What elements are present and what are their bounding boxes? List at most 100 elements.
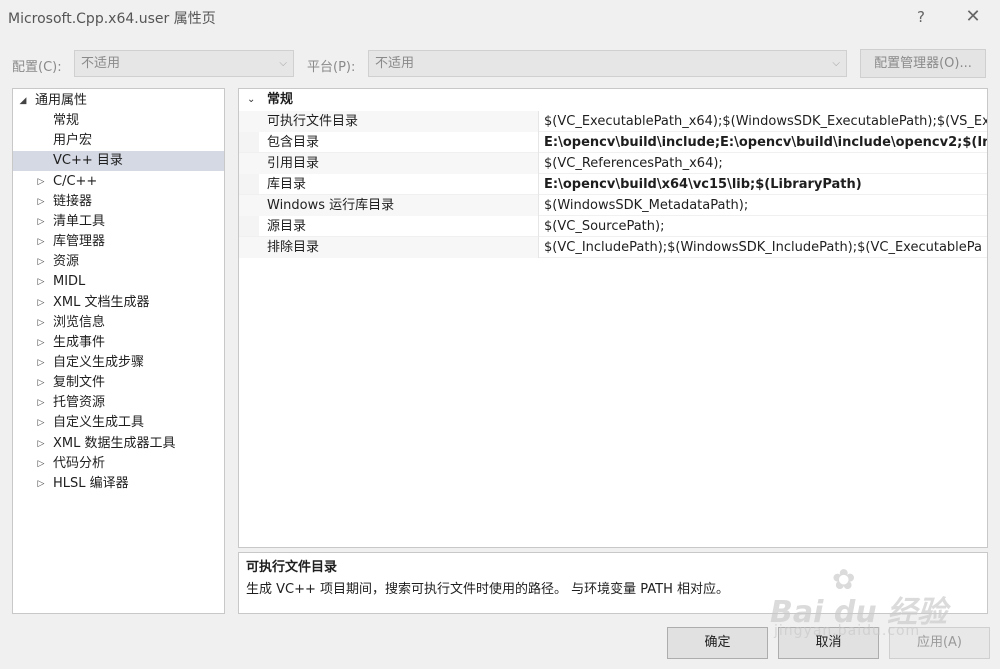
tree-item-label: 托管资源	[53, 395, 106, 411]
tree-item[interactable]: ▷ 托管资源	[13, 393, 224, 413]
property-name: 引用目录	[239, 153, 539, 174]
apply-button[interactable]: 应用(A)	[889, 627, 990, 659]
property-row[interactable]: 排除目录 $(VC_IncludePath);$(WindowsSDK_Inclu…	[239, 237, 987, 258]
property-value[interactable]: $(VC_IncludePath);$(WindowsSDK_IncludePa…	[544, 237, 987, 258]
tree-item[interactable]: ▷ 资源	[13, 252, 224, 272]
tree-item-label: 常规	[53, 113, 80, 129]
collapsed-triangle-icon[interactable]: ▷	[35, 272, 47, 292]
collapsed-triangle-icon[interactable]: ▷	[35, 434, 47, 454]
tree-item-label: HLSL 编译器	[53, 475, 129, 491]
tree-item[interactable]: ▷ XML 数据生成器工具	[13, 434, 224, 454]
platform-combobox[interactable]: 不适用 ⌵	[368, 50, 847, 77]
tree-item[interactable]: ▷ XML 文档生成器	[13, 293, 224, 313]
chevron-down-icon[interactable]: ⌄	[247, 89, 255, 111]
cancel-button[interactable]: 取消	[778, 627, 879, 659]
collapsed-triangle-icon[interactable]: ▷	[35, 373, 47, 393]
tree-item-label: VC++ 目录	[53, 153, 123, 169]
tree-item[interactable]: ▷ 清单工具	[13, 212, 224, 232]
property-name: 源目录	[239, 216, 539, 237]
tree-item-label: MIDL	[53, 274, 86, 290]
tree-item[interactable]: ▷ 自定义生成步骤	[13, 353, 224, 373]
collapsed-triangle-icon[interactable]: ▷	[35, 293, 47, 313]
tree-item-label: 自定义生成步骤	[53, 354, 145, 370]
platform-value: 不适用	[375, 56, 415, 71]
tree-item-label: 用户宏	[53, 133, 93, 149]
property-value[interactable]: E:\opencv\build\x64\vc15\lib;$(LibraryPa…	[544, 174, 987, 195]
tree-item[interactable]: ▷ 链接器	[13, 192, 224, 212]
tree-item[interactable]: ▷ C/C++	[13, 172, 224, 192]
property-tree[interactable]: ◢ 通用属性 常规 用户宏 VC++ 目录 ▷ C/C++ ▷ 链接器 ▷ 清单工具 ▷ 库管理器 ▷ 资源…	[12, 88, 225, 614]
tree-item-label: 代码分析	[53, 455, 106, 471]
tree-item-label: C/C++	[53, 173, 98, 189]
collapsed-triangle-icon[interactable]: ▷	[35, 393, 47, 413]
tree-item-label: 复制文件	[53, 375, 106, 391]
description-panel: 可执行文件目录 生成 VC++ 项目期间，搜索可执行文件时使用的路径。 与环境变…	[238, 552, 988, 614]
collapsed-triangle-icon[interactable]: ▷	[35, 333, 47, 353]
collapsed-triangle-icon[interactable]: ▷	[35, 413, 47, 433]
description-text: 生成 VC++ 项目期间，搜索可执行文件时使用的路径。 与环境变量 PATH 相…	[246, 582, 730, 597]
tree-item-label: 自定义生成工具	[53, 415, 145, 431]
property-name: 库目录	[239, 174, 539, 195]
property-row[interactable]: 可执行文件目录 $(VC_ExecutablePath_x64);$(Window…	[239, 111, 987, 132]
category-label: 常规	[267, 92, 294, 107]
config-combobox[interactable]: 不适用 ⌵	[74, 50, 294, 77]
tree-item[interactable]: ▷ MIDL	[13, 272, 224, 292]
property-row[interactable]: Windows 运行库目录 $(WindowsSDK_MetadataPath);	[239, 195, 987, 216]
collapsed-triangle-icon[interactable]: ▷	[35, 232, 47, 252]
tree-item-label: 浏览信息	[53, 314, 106, 330]
chevron-down-icon: ⌵	[279, 58, 287, 69]
close-button[interactable]: ✕	[958, 4, 988, 30]
property-row[interactable]: 源目录 $(VC_SourcePath);	[239, 216, 987, 237]
tree-item[interactable]: 常规	[13, 111, 224, 131]
config-manager-button[interactable]: 配置管理器(O)...	[860, 49, 986, 78]
tree-item[interactable]: ▷ 生成事件	[13, 333, 224, 353]
help-button[interactable]: ?	[906, 4, 936, 30]
chevron-down-icon: ⌵	[832, 58, 840, 69]
tree-item-label: 生成事件	[53, 334, 106, 350]
property-value[interactable]: $(VC_ReferencesPath_x64);	[544, 153, 987, 174]
property-value[interactable]: $(VC_SourcePath);	[544, 216, 987, 237]
property-value[interactable]: E:\opencv\build\include;E:\opencv\build\…	[544, 132, 987, 153]
tree-item[interactable]: ▷ 复制文件	[13, 373, 224, 393]
tree-item-label: 链接器	[53, 193, 93, 209]
tree-item-label: XML 文档生成器	[53, 294, 150, 310]
tree-item-label: XML 数据生成器工具	[53, 435, 176, 451]
property-name: 排除目录	[239, 237, 539, 258]
collapsed-triangle-icon[interactable]: ▷	[35, 212, 47, 232]
tree-item-label: 资源	[53, 254, 80, 270]
collapsed-triangle-icon[interactable]: ▷	[35, 192, 47, 212]
property-row[interactable]: 包含目录 E:\opencv\build\include;E:\opencv\bu…	[239, 132, 987, 153]
config-label: 配置(C):	[12, 60, 62, 75]
property-value[interactable]: $(WindowsSDK_MetadataPath);	[544, 195, 987, 216]
title-bar: Microsoft.Cpp.x64.user 属性页 ? ✕	[0, 0, 1000, 34]
ok-button[interactable]: 确定	[667, 627, 768, 659]
property-row[interactable]: 引用目录 $(VC_ReferencesPath_x64);	[239, 153, 987, 174]
config-value: 不适用	[81, 56, 121, 71]
collapsed-triangle-icon[interactable]: ▷	[35, 313, 47, 333]
description-title: 可执行文件目录	[246, 560, 338, 575]
tree-item-label: 通用属性	[35, 93, 88, 108]
tree-item[interactable]: 用户宏	[13, 131, 224, 151]
collapsed-triangle-icon[interactable]: ▷	[35, 474, 47, 494]
tree-item[interactable]: ▷ 代码分析	[13, 454, 224, 474]
collapsed-triangle-icon[interactable]: ▷	[35, 454, 47, 474]
tree-item[interactable]: ▷ HLSL 编译器	[13, 474, 224, 494]
collapsed-triangle-icon[interactable]: ▷	[35, 252, 47, 272]
property-name: Windows 运行库目录	[239, 195, 539, 216]
property-grid[interactable]: ⌄ 常规 可执行文件目录 $(VC_ExecutablePath_x64);$(W…	[238, 88, 988, 548]
expanded-triangle-icon[interactable]: ◢	[17, 91, 29, 111]
tree-item[interactable]: VC++ 目录	[13, 151, 224, 172]
tree-item-label: 清单工具	[53, 213, 106, 229]
property-name: 包含目录	[239, 132, 539, 153]
tree-item[interactable]: ▷ 自定义生成工具	[13, 413, 224, 433]
property-row[interactable]: 库目录 E:\opencv\build\x64\vc15\lib;$(Librar…	[239, 174, 987, 195]
collapsed-triangle-icon[interactable]: ▷	[35, 172, 47, 192]
platform-label: 平台(P):	[307, 60, 356, 75]
tree-item[interactable]: ▷ 库管理器	[13, 232, 224, 252]
collapsed-triangle-icon[interactable]: ▷	[35, 353, 47, 373]
tree-item[interactable]: ▷ 浏览信息	[13, 313, 224, 333]
grid-category-general[interactable]: ⌄ 常规	[239, 89, 987, 111]
tree-item[interactable]: ◢ 通用属性	[13, 91, 224, 111]
window-title: Microsoft.Cpp.x64.user 属性页	[8, 11, 216, 27]
property-value[interactable]: $(VC_ExecutablePath_x64);$(WindowsSDK_Ex…	[544, 111, 987, 132]
